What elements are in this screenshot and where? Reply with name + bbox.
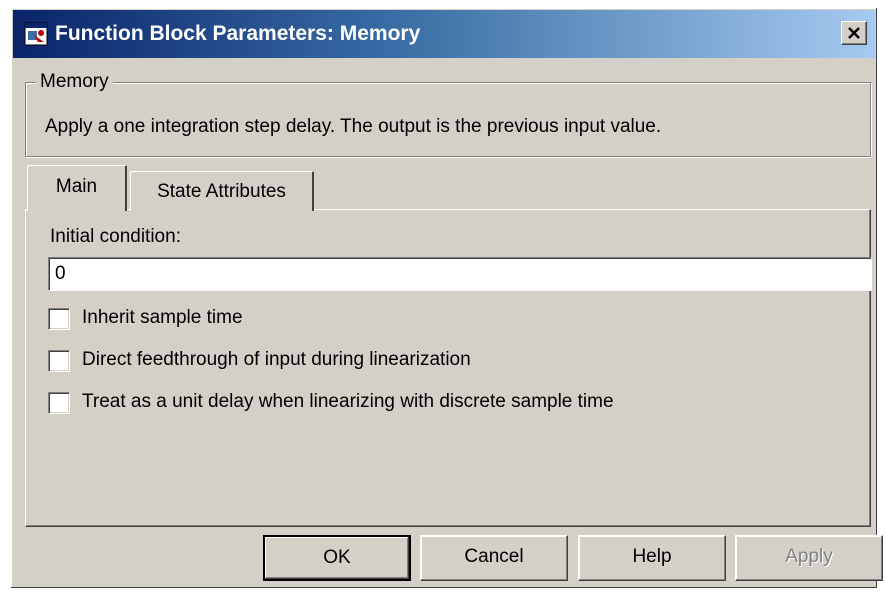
cancel-button[interactable]: Cancel <box>420 535 568 581</box>
unit-delay-label[interactable]: Treat as a unit delay when linearizing w… <box>82 391 614 413</box>
help-button[interactable]: Help <box>578 535 726 581</box>
tab-state-attributes-label: State Attributes <box>157 181 286 202</box>
tab-main-label: Main <box>55 176 98 197</box>
memory-groupbox: Memory Apply a one integration step dela… <box>25 71 871 157</box>
main-tab-panel: Initial condition: Inherit sample time D… <box>25 209 872 527</box>
block-description: Apply a one integration step delay. The … <box>45 116 662 137</box>
dialog-window: Function Block Parameters: Memory Memory… <box>10 7 883 589</box>
direct-feedthrough-label[interactable]: Direct feedthrough of input during linea… <box>82 349 471 371</box>
apply-button[interactable]: Apply <box>735 535 883 581</box>
simulink-block-icon <box>24 22 48 46</box>
initial-condition-input[interactable] <box>48 257 872 291</box>
close-icon <box>848 27 860 39</box>
tab-state-attributes[interactable]: State Attributes <box>130 171 314 211</box>
tab-main[interactable]: Main <box>27 165 127 211</box>
inherit-sample-time-label[interactable]: Inherit sample time <box>82 307 243 329</box>
groupbox-legend: Memory <box>36 71 113 93</box>
window-title: Function Block Parameters: Memory <box>55 22 421 45</box>
direct-feedthrough-checkbox[interactable] <box>48 350 70 372</box>
ok-button[interactable]: OK <box>263 535 411 581</box>
title-bar[interactable]: Function Block Parameters: Memory <box>13 10 875 58</box>
unit-delay-checkbox[interactable] <box>48 392 70 414</box>
close-button[interactable] <box>841 21 867 45</box>
initial-condition-label: Initial condition: <box>50 226 181 247</box>
inherit-sample-time-checkbox[interactable] <box>48 308 70 330</box>
